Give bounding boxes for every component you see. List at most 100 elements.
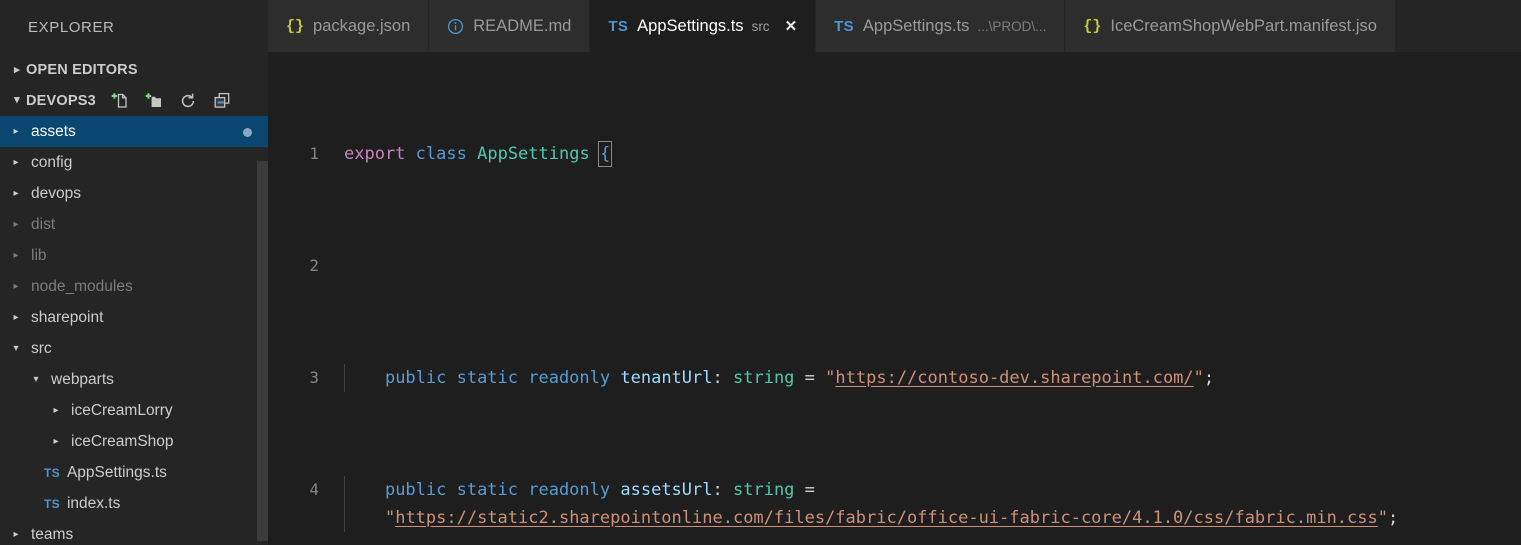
code-line-1: 1 export class AppSettings { <box>268 140 1521 168</box>
chevron-right-icon: ▸ <box>13 280 19 292</box>
tree-item-dist[interactable]: ▸ dist <box>0 209 268 240</box>
token-export: export <box>344 144 406 164</box>
token-class-name: AppSettings <box>477 144 590 164</box>
chevron-right-icon: ▸ <box>13 218 19 230</box>
tab-close-icon[interactable]: ✕ <box>785 19 798 34</box>
collapse-all-icon[interactable] <box>212 91 232 111</box>
tree-item-label: src <box>31 339 52 357</box>
tab-path-hint: src <box>751 18 770 34</box>
token-url-tenant[interactable]: https://contoso-dev.sharepoint.com/ <box>835 368 1193 388</box>
tree-item-src[interactable]: ▾ src <box>0 333 268 364</box>
token-property-assetsurl: assetsUrl <box>620 480 713 500</box>
token-type-string: string <box>733 368 795 388</box>
ts-file-icon: TS <box>44 496 60 511</box>
chevron-right-icon: ▸ <box>13 156 19 168</box>
code-line-text: public static readonly tenantUrl: string… <box>344 364 1521 392</box>
tree-item-label: dist <box>31 215 56 233</box>
code-line-text: public static readonly assetsUrl: string… <box>344 476 1521 532</box>
line-number: 2 <box>309 256 319 275</box>
tab-label: AppSettings.ts <box>862 16 970 35</box>
code-editor[interactable]: 1 export class AppSettings { 2 3 public … <box>268 52 1521 545</box>
json-braces-icon: {} <box>1083 17 1102 35</box>
line-number: 4 <box>309 480 319 499</box>
editor-tab-bar[interactable]: {} package.json README.md TS AppSettings.ts s… <box>268 0 1521 52</box>
tree-item-label: assets <box>31 122 76 140</box>
ts-file-icon: TS <box>608 17 629 35</box>
status-badge <box>243 127 252 137</box>
json-braces-icon: {} <box>286 17 305 35</box>
tree-item-label: webparts <box>51 370 114 388</box>
tab-label: IceCreamShopWebPart.manifest.jso <box>1110 16 1377 35</box>
indent-guide <box>344 476 345 532</box>
tree-item-sharepoint[interactable]: ▸ sharepoint <box>0 302 268 333</box>
code-line-2: 2 <box>268 252 1521 280</box>
code-line-3: 3 public static readonly tenantUrl: stri… <box>268 364 1521 392</box>
token-semicolon: ; <box>1388 508 1399 528</box>
tree-item-teams[interactable]: ▸ teams <box>0 519 268 545</box>
chevron-right-icon: ▸ <box>13 311 19 323</box>
open-editors-section[interactable]: ▸ OPEN EDITORS <box>0 55 268 86</box>
tree-item-assets[interactable]: ▸ assets <box>0 116 268 148</box>
token-class: class <box>415 144 467 164</box>
tree-item-label: teams <box>31 525 74 543</box>
tree-item-label: config <box>31 153 73 171</box>
project-folder-section[interactable]: ▾ DEVOPS3 <box>0 85 268 117</box>
code-line-text: export class AppSettings { <box>344 140 1521 168</box>
tree-item-devops[interactable]: ▸ devops <box>0 178 268 209</box>
file-tree[interactable]: ▸ assets ▸ config ▸ devops ▸ dist ▸ lib ▸ node_modu… <box>0 116 268 545</box>
indent-guide <box>344 364 345 392</box>
tree-item-config[interactable]: ▸ config <box>0 147 268 178</box>
new-file-icon[interactable] <box>110 91 130 111</box>
refresh-icon[interactable] <box>178 91 198 111</box>
tab-label: package.json <box>313 16 411 35</box>
editor-group: {} package.json README.md TS AppSettings.ts s… <box>268 0 1521 545</box>
token-modifiers: public static readonly <box>384 368 611 388</box>
token-equals: = <box>804 480 815 500</box>
token-colon: : <box>712 480 723 500</box>
vscode-window: EXPLORER ▸ OPEN EDITORS ▾ DEVOPS3 ▸ asse… <box>0 0 1521 545</box>
line-number: 1 <box>309 144 319 163</box>
editor-tab-readme-md[interactable]: README.md <box>429 0 591 52</box>
open-editors-label: OPEN EDITORS <box>26 62 138 79</box>
tree-item-node-modules[interactable]: ▸ node_modules <box>0 271 268 302</box>
tree-item-icecreamlorry[interactable]: ▸ iceCreamLorry <box>0 395 268 426</box>
token-equals: = <box>804 368 815 388</box>
chevron-right-icon: ▸ <box>53 435 59 447</box>
editor-tab-appsettings-ts[interactable]: TS AppSettings.ts src ✕ <box>590 0 817 52</box>
sidebar-scrollbar[interactable] <box>257 161 268 542</box>
editor-tab-appsettings-ts-prod[interactable]: TS AppSettings.ts ...\PROD\... <box>816 0 1066 52</box>
project-folder-label: DEVOPS3 <box>26 92 96 109</box>
chevron-down-icon: ▾ <box>13 342 19 354</box>
new-folder-icon[interactable] <box>144 91 164 111</box>
tab-label: AppSettings.ts <box>637 16 744 35</box>
tree-item-lib[interactable]: ▸ lib <box>0 240 268 271</box>
chevron-right-icon: ▸ <box>13 187 19 199</box>
chevron-right-icon: ▸ <box>14 63 20 76</box>
token-colon: : <box>712 368 723 388</box>
tree-item-label: iceCreamShop <box>71 432 174 450</box>
tree-item-index-ts[interactable]: TS index.ts <box>0 488 268 519</box>
tree-item-label: sharepoint <box>31 308 104 326</box>
token-open-brace: { <box>597 141 613 167</box>
ts-file-icon: TS <box>834 17 854 35</box>
token-property-tenanturl: tenantUrl <box>620 368 713 388</box>
tree-item-webparts[interactable]: ▾ webparts <box>0 364 268 395</box>
tree-item-label: lib <box>31 246 47 264</box>
tree-item-appsettings-ts[interactable]: TS AppSettings.ts <box>0 457 268 488</box>
editor-tab-icecreamshopwebpart-manifest-jso[interactable]: {} IceCreamShopWebPart.manifest.jso <box>1065 0 1396 52</box>
editor-tab-package-json[interactable]: {} package.json <box>268 0 430 52</box>
token-semicolon: ; <box>1203 368 1215 388</box>
tree-item-label: AppSettings.ts <box>66 463 167 481</box>
tab-label: README.md <box>473 16 572 35</box>
chevron-right-icon: ▸ <box>53 404 59 416</box>
explorer-title: EXPLORER <box>0 0 268 55</box>
token-modifiers: public static readonly <box>384 480 611 500</box>
token-url-assets[interactable]: https://static2.sharepointonline.com/fil… <box>395 508 1378 528</box>
token-type-string: string <box>733 480 795 500</box>
explorer-sidebar: EXPLORER ▸ OPEN EDITORS ▾ DEVOPS3 ▸ asse… <box>0 0 268 545</box>
tree-item-icecreamshop[interactable]: ▸ iceCreamShop <box>0 426 268 457</box>
code-line-4: 4 public static readonly assetsUrl: stri… <box>268 476 1521 532</box>
chevron-right-icon: ▸ <box>13 528 19 540</box>
explorer-actions <box>110 91 232 111</box>
chevron-right-icon: ▸ <box>13 125 19 137</box>
